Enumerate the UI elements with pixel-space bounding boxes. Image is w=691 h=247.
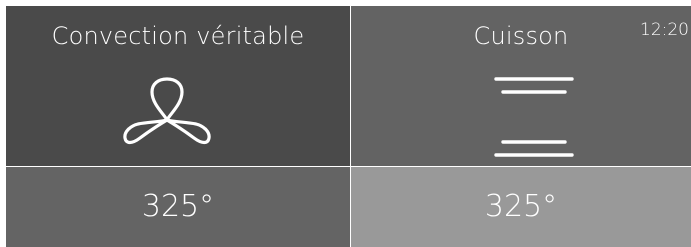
oven-display: Convection véritable Cuisson 12:20 325° … <box>0 0 691 247</box>
temperature-value-right: 325° <box>484 189 558 224</box>
heating-elements-icon <box>494 77 574 157</box>
mode-label: Convection véritable <box>51 22 305 50</box>
temperature-value-left: 325° <box>141 189 215 224</box>
clock-display: 12:20 <box>640 20 689 40</box>
convection-mode-tile[interactable]: Convection véritable <box>6 6 350 166</box>
temperature-tile-left[interactable]: 325° <box>6 167 350 247</box>
fan-icon <box>123 77 211 145</box>
temperature-tile-right[interactable]: 325° <box>351 167 691 247</box>
cooking-function-tile[interactable]: Cuisson 12:20 <box>351 6 691 166</box>
